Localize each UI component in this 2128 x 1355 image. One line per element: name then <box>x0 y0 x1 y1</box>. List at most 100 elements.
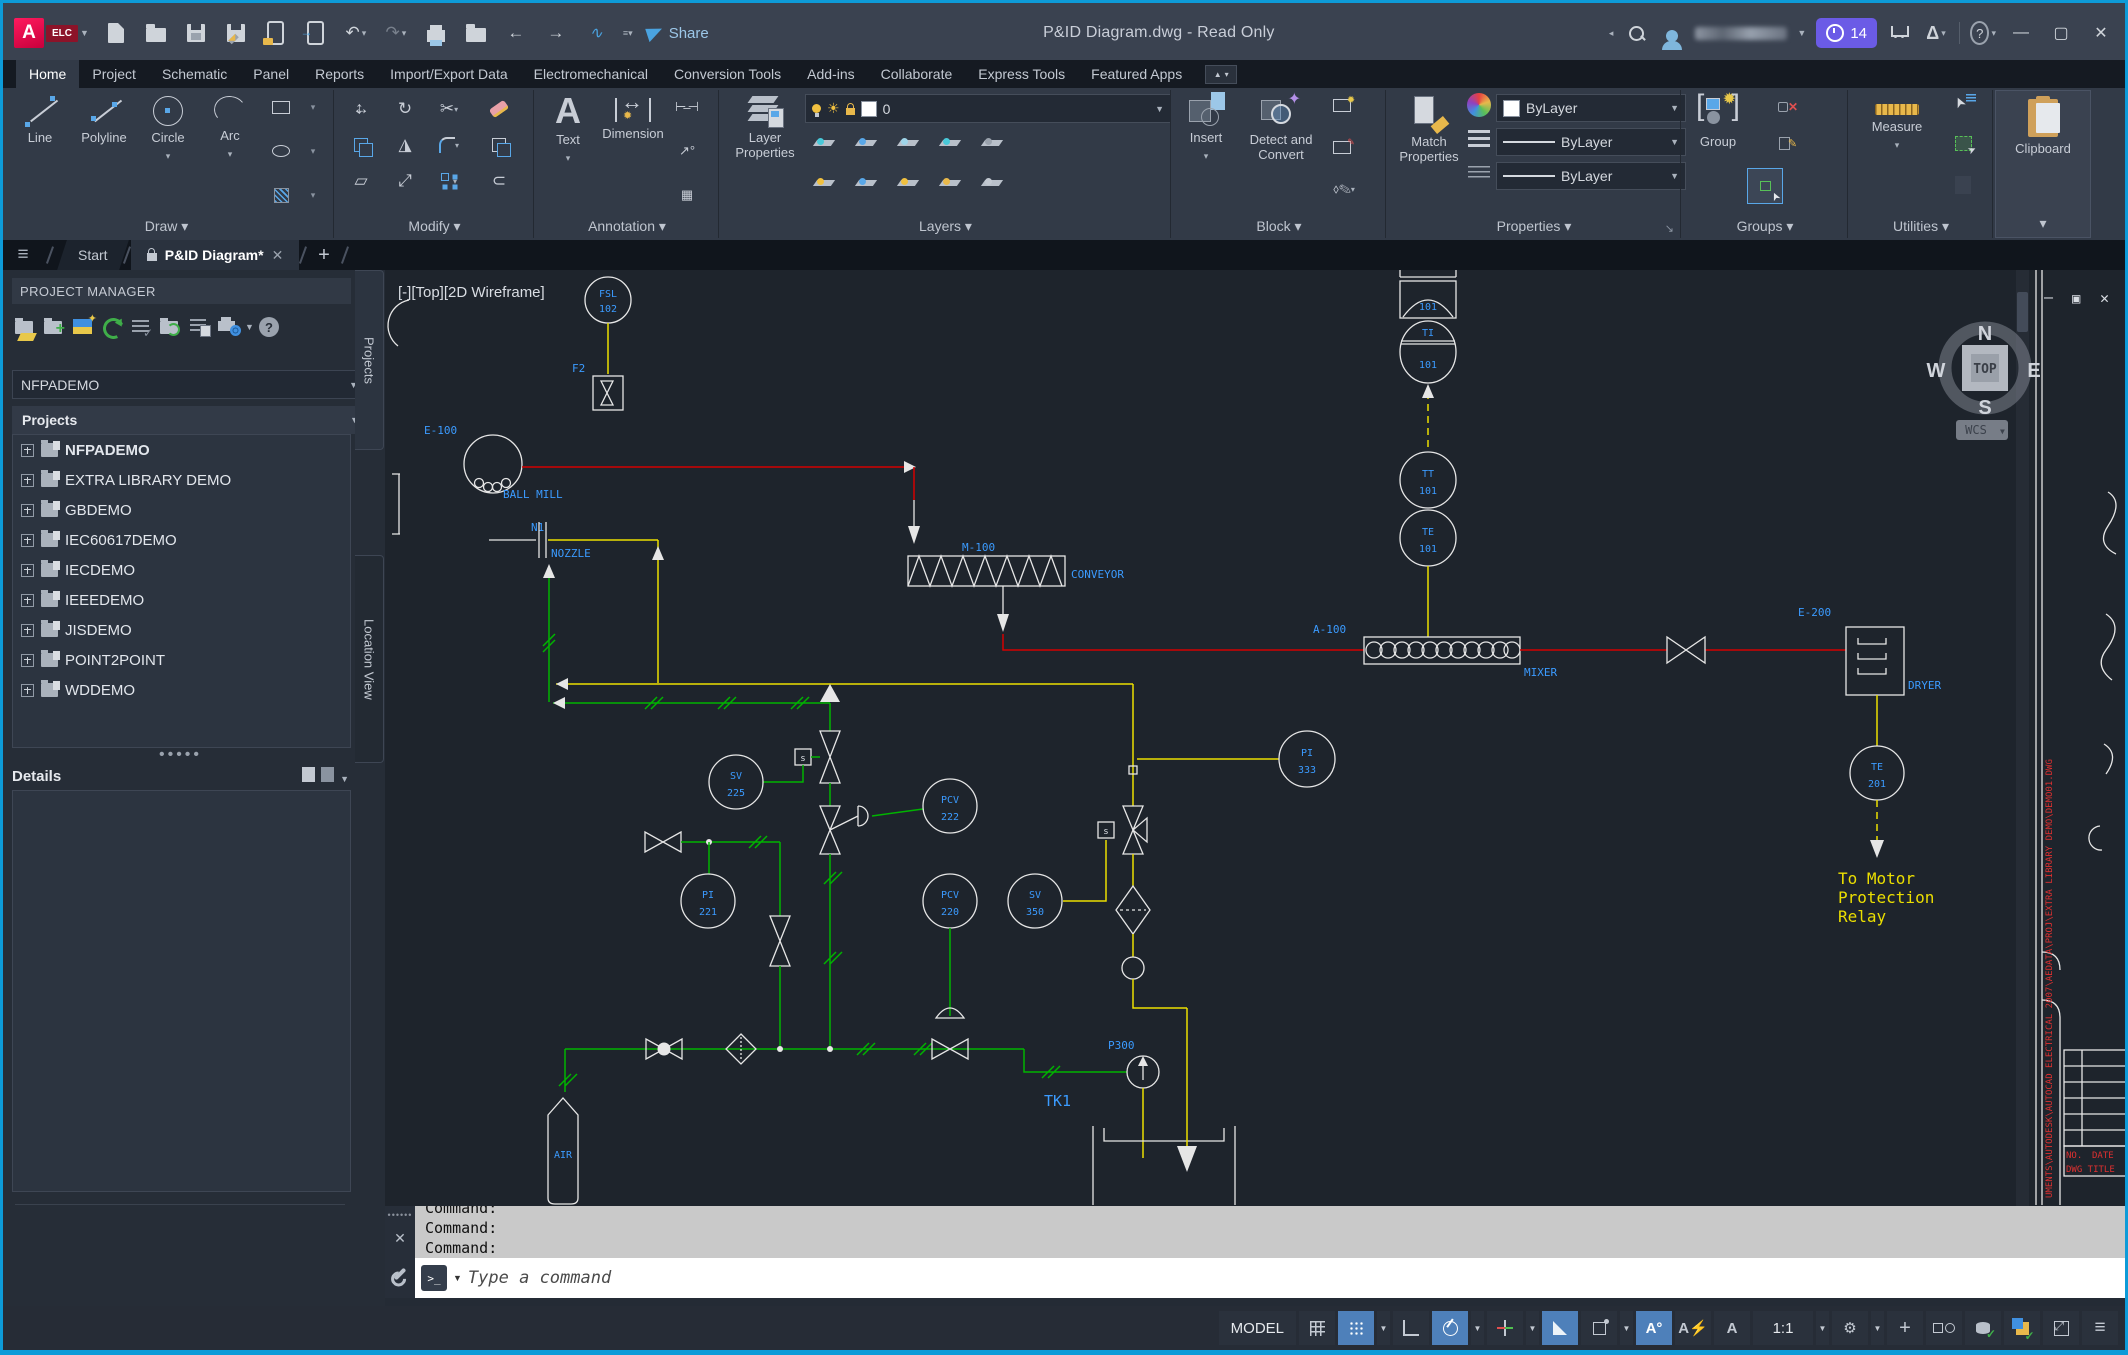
ungroup-icon[interactable]: ✕ <box>1775 96 1801 118</box>
expand-icon[interactable] <box>21 534 34 547</box>
save-button[interactable] <box>183 20 209 46</box>
autodesk-logo-icon[interactable]: Δ▾ <box>1923 20 1949 46</box>
pipe-red-feed[interactable] <box>522 461 920 544</box>
new-project-button[interactable] <box>42 315 66 339</box>
tab-import-export[interactable]: Import/Export Data <box>377 60 521 88</box>
status-plus-icon[interactable]: + <box>1887 1311 1923 1345</box>
object-snap-icon[interactable] <box>1581 1311 1617 1345</box>
tree-item-extra-library-demo[interactable]: EXTRA LIBRARY DEMO <box>13 465 350 495</box>
project-wizard-button[interactable] <box>71 315 95 339</box>
linetype-combo[interactable]: ByLayer ▼ <box>1496 162 1686 190</box>
tab-panel[interactable]: Panel <box>240 60 302 88</box>
qat-customize-caret-icon[interactable]: ≡▾ <box>623 28 633 39</box>
graphics-performance-icon[interactable] <box>2004 1311 2040 1345</box>
current-project-combo[interactable]: NFPADEMO ▼ <box>12 370 367 399</box>
tab-featured-apps[interactable]: Featured Apps <box>1078 60 1195 88</box>
tree-item-ieeedemo[interactable]: IEEEDEMO <box>13 585 350 615</box>
equipment-e100-ball-mill[interactable]: E-100 BALL MILL <box>424 424 563 501</box>
share-button[interactable]: Share <box>647 25 709 42</box>
tab-electromechanical[interactable]: Electromechanical <box>521 60 661 88</box>
layer-lock-icon[interactable] <box>937 132 963 154</box>
details-caret-icon[interactable]: ▼ <box>340 774 349 784</box>
dimension-button[interactable]: ✹ Dimension <box>594 98 672 141</box>
panel-groups-title[interactable]: Groups ▾ <box>1683 218 1847 235</box>
text-caret-icon[interactable]: ▾ <box>566 151 571 166</box>
plot-publish-button[interactable] <box>216 315 240 339</box>
drawing-list-report-button[interactable] <box>187 315 211 339</box>
polar-caret-icon[interactable]: ▼ <box>1471 1311 1484 1345</box>
expand-icon[interactable] <box>21 684 34 697</box>
workspace-gear-icon[interactable]: ⚙ <box>1832 1311 1868 1345</box>
rectangle-caret-icon[interactable]: ▾ <box>300 96 326 118</box>
group-edit-icon[interactable]: ✎ <box>1775 132 1801 154</box>
hardware-acceleration-icon[interactable] <box>1965 1311 2001 1345</box>
sheet-bracket-fragment[interactable] <box>392 474 400 534</box>
store-cart-icon[interactable] <box>1887 20 1913 46</box>
details-doc-icon[interactable] <box>302 767 315 782</box>
pipe-green-header[interactable] <box>553 697 830 731</box>
isolate-objects-icon[interactable] <box>1926 1311 1962 1345</box>
scrollbar-thumb[interactable] <box>2017 292 2028 332</box>
pipe-green-nozzle[interactable] <box>543 564 555 702</box>
tree-item-wddemo[interactable]: WDDEMO <box>13 675 350 705</box>
panel-block-title[interactable]: Block ▾ <box>1173 218 1385 235</box>
canvas-scrollbar[interactable] <box>2016 270 2029 1206</box>
panel-layers-title[interactable]: Layers ▾ <box>721 218 1170 235</box>
layer-isolate-icon[interactable] <box>853 132 879 154</box>
plot-publish-caret-icon[interactable]: ▼ <box>245 322 254 332</box>
layer-off-icon[interactable] <box>811 132 837 154</box>
tab-reports[interactable]: Reports <box>302 60 377 88</box>
open-file-button[interactable] <box>143 20 169 46</box>
panel-annotation-title[interactable]: Annotation ▾ <box>536 218 718 235</box>
isodraft-caret-icon[interactable]: ▼ <box>1526 1311 1539 1345</box>
mirror-icon[interactable]: ◮ <box>388 130 422 160</box>
match-properties-button[interactable]: Match Properties <box>1396 96 1462 164</box>
sheet-set-button[interactable] <box>463 20 489 46</box>
expand-icon[interactable] <box>21 504 34 517</box>
instrument-pi-333[interactable]: PI 333 <box>1137 731 1335 787</box>
side-tab-location-view[interactable]: Location View <box>355 555 384 763</box>
search-collapse-chevron-icon[interactable]: ◂ <box>1609 28 1614 39</box>
user-menu-caret-icon[interactable]: ▼ <box>1797 28 1806 38</box>
maximize-button[interactable]: ▢ <box>2046 23 2076 43</box>
vp-restore-icon[interactable]: ▣ <box>2072 291 2081 307</box>
snap-mode-icon[interactable] <box>1338 1311 1374 1345</box>
object-color-combo[interactable]: ByLayer ▼ <box>1496 94 1686 122</box>
linetype-icon[interactable] <box>1466 162 1492 184</box>
project-task-list-button[interactable] <box>129 315 153 339</box>
tree-item-nfpademo[interactable]: NFPADEMO <box>13 435 350 465</box>
tab-add-ins[interactable]: Add-ins <box>794 60 867 88</box>
annotation-autoscale-icon[interactable]: A⚡ <box>1675 1311 1711 1345</box>
help-icon[interactable]: ?▾ <box>1970 20 1996 46</box>
lineweight-icon[interactable] <box>1466 128 1492 150</box>
save-as-button[interactable] <box>223 20 249 46</box>
layer-select-combo[interactable]: ☀ 0 ▼ <box>805 94 1171 123</box>
autocad-logo-icon[interactable]: A <box>14 18 44 48</box>
grid-display-icon[interactable] <box>1299 1311 1335 1345</box>
details-section-header[interactable]: Details ▼ <box>12 762 349 790</box>
forward-button[interactable]: → <box>543 20 569 46</box>
viewcube-north[interactable]: N <box>1978 323 1992 345</box>
app-menu-caret-icon[interactable]: ▼ <box>80 28 89 38</box>
layer-match-icon[interactable] <box>979 132 1005 154</box>
layer-combo-caret-icon[interactable]: ▼ <box>1155 104 1164 114</box>
text-button[interactable]: A Text ▾ <box>546 94 590 166</box>
explode-box-icon[interactable] <box>482 130 516 160</box>
snap-caret-icon[interactable]: ▼ <box>1377 1311 1390 1345</box>
pm-help-icon[interactable]: ? <box>259 317 279 337</box>
undo-button[interactable]: ↶▾ <box>343 20 369 46</box>
viewcube-east[interactable]: E <box>2027 360 2040 382</box>
search-icon[interactable] <box>1623 20 1649 46</box>
command-history[interactable]: Command: Command: Command: <box>415 1206 2125 1258</box>
panel-draw-title[interactable]: Draw ▾ <box>0 218 333 235</box>
layer-thaw2-icon[interactable] <box>895 172 921 194</box>
object-snap-caret-icon[interactable]: ▼ <box>1620 1311 1633 1345</box>
pipe-yellow-header[interactable] <box>556 678 1137 806</box>
expand-icon[interactable] <box>21 654 34 667</box>
valve-f2[interactable]: F2 <box>572 362 623 410</box>
tree-item-point2point[interactable]: POINT2POINT <box>13 645 350 675</box>
tree-item-iecdemo[interactable]: IECDEMO <box>13 555 350 585</box>
move-icon[interactable]: ↔↔ <box>344 94 378 124</box>
insert-caret-icon[interactable]: ▾ <box>1204 149 1209 164</box>
new-file-button[interactable] <box>103 20 129 46</box>
